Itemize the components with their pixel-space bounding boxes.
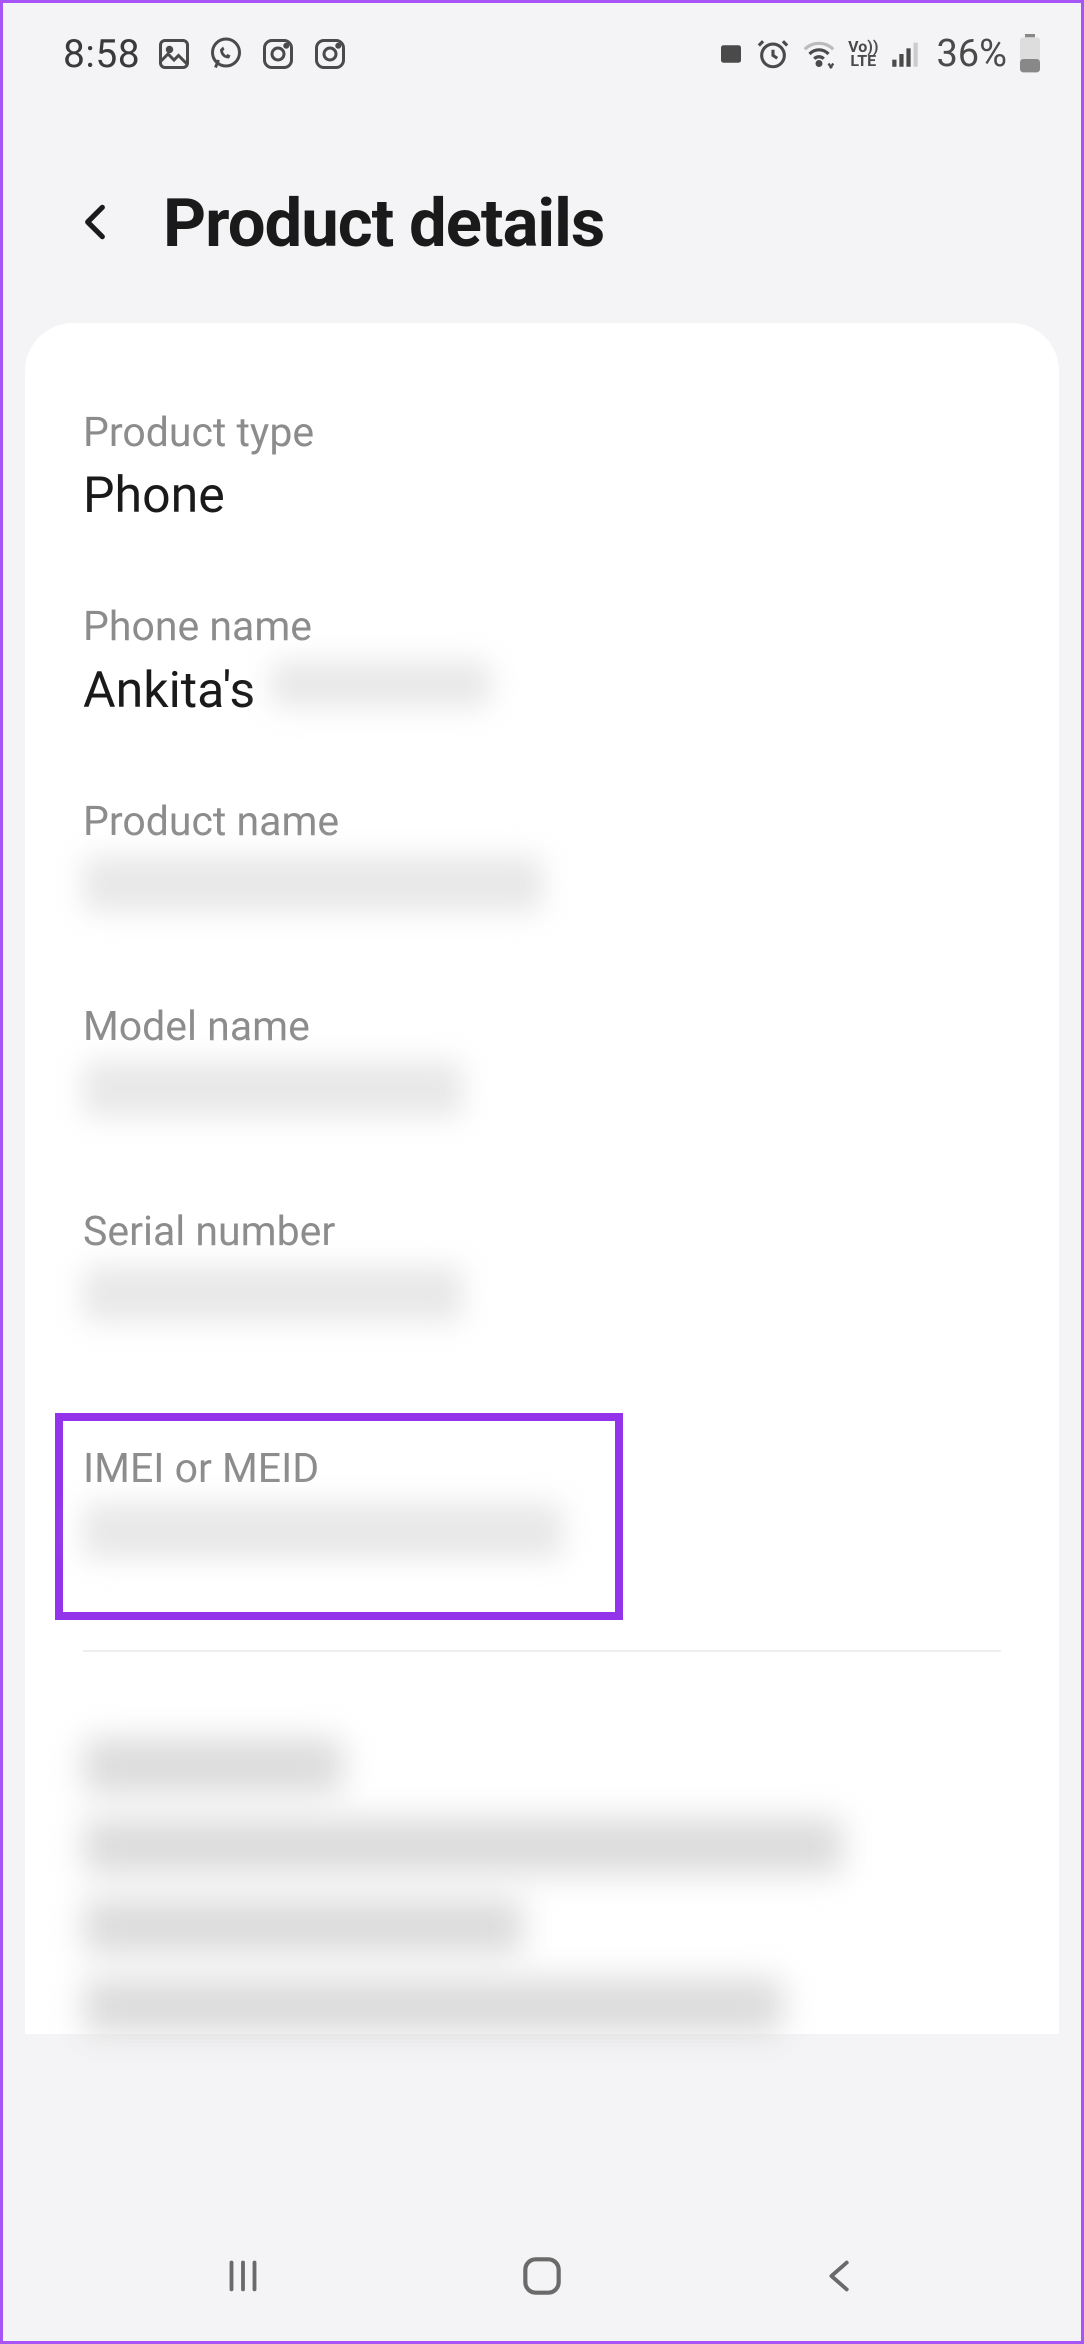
field-model-name[interactable]: Model name xyxy=(83,1003,1001,1130)
redacted-line xyxy=(83,1978,783,2034)
clock: 8:58 xyxy=(63,31,140,77)
field-label: Product name xyxy=(83,798,1001,846)
battery-icon xyxy=(1017,34,1043,74)
field-imei-meid[interactable]: IMEI or MEID xyxy=(83,1445,595,1572)
battery-percent: 36% xyxy=(936,32,1007,76)
phone-name-prefix: Ankita's xyxy=(83,662,255,720)
field-value: Ankita's xyxy=(83,661,1001,720)
field-product-name[interactable]: Product name xyxy=(83,798,1001,925)
field-product-type[interactable]: Product type Phone xyxy=(83,409,1001,525)
status-right: Vo))LTE 36% xyxy=(716,32,1043,76)
redacted-value xyxy=(83,856,543,912)
field-value xyxy=(83,1503,595,1572)
back-button[interactable] xyxy=(73,196,117,252)
field-value xyxy=(83,856,1001,925)
home-button[interactable] xyxy=(507,2241,577,2311)
alarm-icon xyxy=(756,37,790,71)
instagram-icon xyxy=(312,36,348,72)
divider xyxy=(83,1650,1001,1652)
field-label: IMEI or MEID xyxy=(83,1445,595,1493)
whatsapp-icon xyxy=(208,36,244,72)
volte-icon: Vo))LTE xyxy=(848,40,878,69)
status-bar: 8:58 Vo))LTE 36% xyxy=(3,3,1081,95)
field-phone-name[interactable]: Phone name Ankita's xyxy=(83,603,1001,720)
redacted-value xyxy=(83,1503,563,1559)
field-label: Phone name xyxy=(83,603,1001,651)
navigation-bar xyxy=(3,2211,1081,2341)
back-nav-button[interactable] xyxy=(806,2241,876,2311)
field-label: Model name xyxy=(83,1003,1001,1051)
recents-button[interactable] xyxy=(208,2241,278,2311)
field-label: Product type xyxy=(83,409,1001,457)
status-left: 8:58 xyxy=(63,31,348,77)
redacted-line xyxy=(83,1738,343,1794)
redacted-value xyxy=(83,1061,463,1117)
card-icon xyxy=(716,39,746,69)
imei-highlight: IMEI or MEID xyxy=(55,1413,623,1620)
field-value xyxy=(83,1061,1001,1130)
redacted-line xyxy=(83,1818,843,1874)
field-value: Phone xyxy=(83,467,1001,525)
redacted-line xyxy=(83,1898,523,1954)
gallery-icon xyxy=(156,36,192,72)
instagram-icon xyxy=(260,36,296,72)
field-serial-number[interactable]: Serial number xyxy=(83,1208,1001,1335)
redacted-value xyxy=(83,1266,463,1322)
details-card: Product type Phone Phone name Ankita's P… xyxy=(25,323,1059,2034)
field-label: Serial number xyxy=(83,1208,1001,1256)
signal-icon xyxy=(888,37,922,71)
wifi-icon xyxy=(800,35,838,73)
redacted-value xyxy=(271,661,491,707)
specifications-section[interactable] xyxy=(83,1738,1001,2034)
header: Product details xyxy=(3,95,1081,323)
page-title: Product details xyxy=(163,185,604,263)
field-value xyxy=(83,1266,1001,1335)
